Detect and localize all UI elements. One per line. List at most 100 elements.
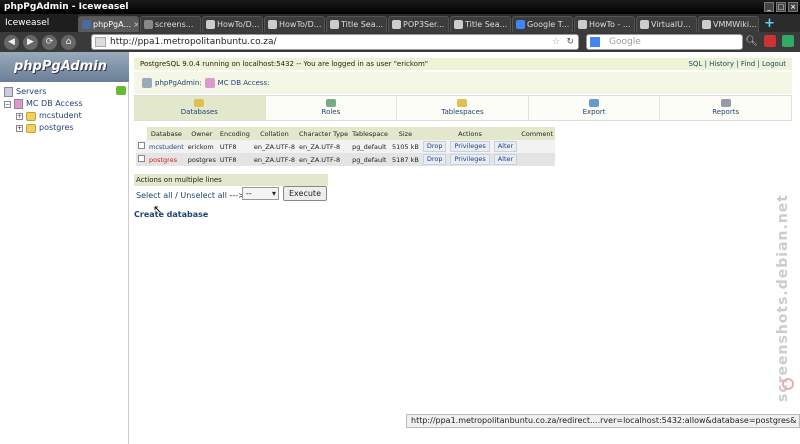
tab-export[interactable]: Export [529,96,661,120]
browser-tab[interactable]: HowTo - ... [574,16,635,32]
browser-tree-panel: phpPgAdmin Servers − MC DB Access + mcst… [0,52,129,444]
drop-button[interactable]: Drop [422,141,447,152]
find-link[interactable]: Find [741,60,755,68]
col-database[interactable]: Database [147,127,186,140]
breadcrumb: phpPgAdmin: MC DB Access: [134,72,792,94]
expand-icon[interactable]: + [16,124,23,132]
refresh-icon[interactable] [116,86,126,95]
browser-tab[interactable]: screens... [140,16,201,32]
site-identity-icon[interactable] [95,37,106,47]
browser-tab[interactable]: Title Sea... [450,16,511,32]
back-button[interactable]: ◀ [4,34,19,50]
close-window-button[interactable]: × [788,2,798,12]
alter-button[interactable]: Alter [493,141,518,152]
page-content: phpPgAdmin Servers − MC DB Access + mcst… [0,52,800,444]
browser-tab[interactable]: POP3Ser... [388,16,449,32]
forward-button[interactable]: ▶ [23,34,38,50]
browser-tab[interactable]: HowTo/D... [264,16,325,32]
url-bar[interactable]: http://ppa1.metropolitanbuntu.co.za/ ☆ ↻ [91,34,579,50]
tree-db-postgres[interactable]: + postgres [16,122,74,134]
minimize-button[interactable]: _ [764,2,774,12]
breadcrumb-server[interactable]: MC DB Access: [218,72,270,94]
download-icon[interactable] [782,35,794,47]
url-reload-icon[interactable]: ↻ [566,35,574,49]
tab-favicon-icon [82,20,91,29]
google-engine-icon[interactable] [590,37,600,47]
tab-label: Reports [712,108,740,116]
logout-link[interactable]: Logout [762,60,786,68]
breadcrumb-root[interactable]: phpPgAdmin: [155,72,202,94]
server-label: MC DB Access [26,99,83,108]
col-owner[interactable]: Owner [185,127,218,140]
privileges-button[interactable]: Privileges [450,154,490,165]
execute-button[interactable]: Execute [283,186,327,201]
col-comment: Comment [519,127,556,140]
collation-cell: en_ZA.UTF-8 [251,140,297,153]
tab-tablespaces[interactable]: Tablespaces [397,96,529,120]
row-checkbox[interactable] [138,142,145,149]
window-title: phpPgAdmin - Iceweasel [4,2,129,12]
tab-label: HowTo/D... [217,20,260,29]
alter-button[interactable]: Alter [493,154,518,165]
navigation-toolbar: ◀ ▶ ⟳ ⌂ http://ppa1.metropolitanbuntu.co… [0,32,800,52]
tab-label: screens... [155,20,194,29]
unselect-all-link[interactable]: Unselect all [180,191,227,200]
tree-servers[interactable]: Servers [4,86,46,98]
new-tab-button[interactable]: + [764,16,775,32]
search-icon[interactable]: 🔍︎ [745,35,758,49]
history-link[interactable]: History [709,60,734,68]
server-info-bar: PostgreSQL 9.0.4 running on localhost:54… [134,58,792,70]
browser-tab[interactable]: VMMWiki... [698,16,759,32]
col-size[interactable]: Size [389,127,421,140]
search-bar[interactable]: Google 🔍︎ [586,34,758,50]
drop-button[interactable]: Drop [422,154,447,165]
browser-tab[interactable]: Title Sea... [326,16,387,32]
tab-favicon-icon [144,20,153,29]
tab-reports[interactable]: Reports [660,96,792,120]
size-cell: 5105 kB [389,140,421,153]
database-icon [26,123,36,133]
row-checkbox[interactable] [138,155,145,162]
col-encoding[interactable]: Encoding [217,127,252,140]
reload-icon[interactable]: ⟳ [42,34,57,50]
collapse-icon[interactable]: − [4,100,11,108]
create-database-link[interactable]: Create database [134,210,208,219]
multi-actions-header: Actions on multiple lines [134,174,328,186]
tree-db-mcstudent[interactable]: + mcstudent [16,110,82,122]
multi-action-select[interactable]: -- [242,187,279,200]
select-all-link[interactable]: Select all [136,191,173,200]
maximize-button[interactable]: □ [776,2,786,12]
privileges-button[interactable]: Privileges [450,141,490,152]
browser-tab[interactable]: Google T... [512,16,573,32]
tablespace-cell: pg_default [350,140,390,153]
header-spacer [136,127,147,140]
window-controls: _ □ × [764,2,798,12]
tab-databases[interactable]: Databases [134,96,266,120]
row-cell [136,140,147,153]
col-ctype[interactable]: Character Type [297,127,351,140]
col-tablespace[interactable]: Tablespace [350,127,390,140]
tab-label: Google T... [527,20,570,29]
close-tab-icon[interactable]: × [133,17,138,32]
bookmark-star-icon[interactable]: ☆ [552,35,560,49]
sql-link[interactable]: SQL [688,60,702,68]
tab-label: VirtualU... [651,20,691,29]
tab-label: VMMWiki... [713,20,757,29]
browser-tab[interactable]: HowTo/D... [202,16,263,32]
tab-roles[interactable]: Roles [266,96,398,120]
tablespace-cell: pg_default [350,153,390,166]
browser-tab[interactable]: VirtualU... [636,16,697,32]
home-icon[interactable]: ⌂ [61,34,76,50]
watermark: screenshots.debian.net [775,194,791,402]
addon-icon[interactable] [764,35,776,47]
expand-icon[interactable]: + [16,112,23,120]
table-row: postgres postgres UTF8 en_ZA.UTF-8 en_ZA… [136,153,556,166]
db-name-link[interactable]: mcstudent [149,143,184,151]
db-name-link[interactable]: postgres [149,156,177,164]
col-collation[interactable]: Collation [251,127,297,140]
browser-tab[interactable]: phpPgA...× [78,16,139,32]
table-row: mcstudent erickom UTF8 en_ZA.UTF-8 en_ZA… [136,140,556,153]
mouse-cursor-icon: ↖ [153,203,163,216]
row-cell: Drop [420,153,449,166]
tree-server[interactable]: − MC DB Access [4,98,83,110]
